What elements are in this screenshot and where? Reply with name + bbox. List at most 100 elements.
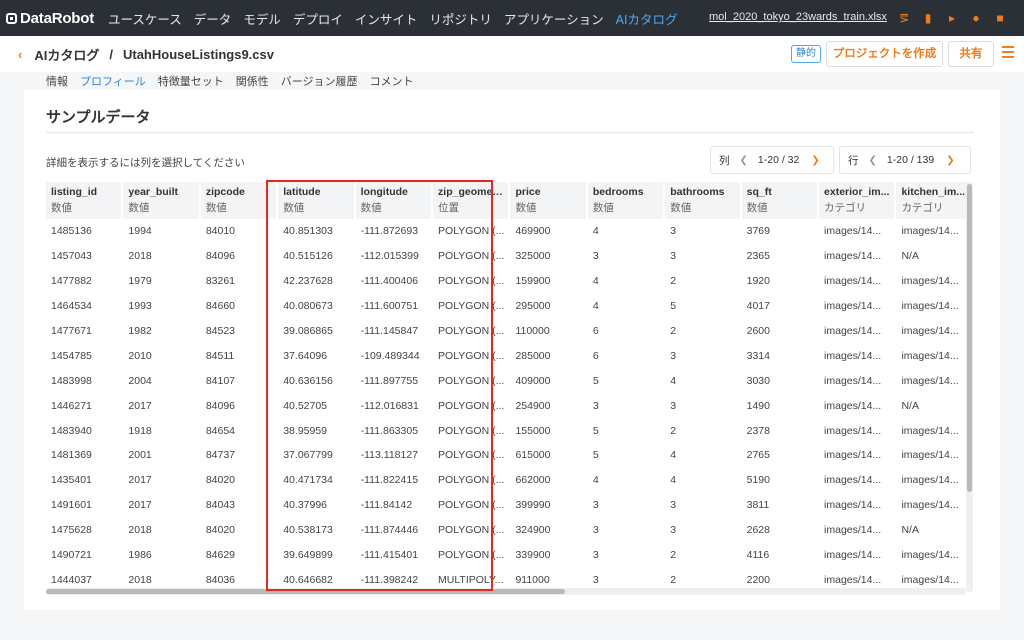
table-cell: images/14... <box>901 499 959 512</box>
table-cell: 39.649899 <box>283 549 333 562</box>
column-header[interactable]: listing_id 数値 <box>46 182 124 219</box>
column-pager: 列 ❮ 1-20 / 32 ❯ <box>710 146 834 174</box>
share-icon[interactable]: ⪚ <box>892 11 916 25</box>
table-cell: 1993 <box>128 300 152 313</box>
horizontal-scrollbar-thumb[interactable] <box>46 589 565 594</box>
table-cell: -111.822415 <box>360 474 419 487</box>
table-cell: 1475628 <box>51 524 92 537</box>
tab-2[interactable]: 特徴量セット <box>158 73 224 89</box>
nav-item-1[interactable]: データ <box>188 9 238 28</box>
table-cell: 84020 <box>205 524 236 537</box>
table-row: 1475628 2018 84020 40.538173 -111.874446 POLY… <box>46 518 968 543</box>
menu-icon[interactable] <box>1002 46 1014 61</box>
table-cell: 3314 <box>746 349 770 362</box>
tab-5[interactable]: コメント <box>370 73 414 89</box>
back-chevron-icon[interactable]: ‹ <box>18 47 22 62</box>
table-cell: POLYGON (... <box>438 300 505 313</box>
table-cell: 1490721 <box>51 549 92 562</box>
chevron-right-icon[interactable]: ❯ <box>946 155 954 166</box>
table-cell: 3 <box>592 499 599 512</box>
column-header[interactable]: kitchen_im... カテゴリ <box>896 182 968 219</box>
vertical-scrollbar-thumb[interactable] <box>967 184 972 492</box>
table-cell: 3811 <box>746 499 770 512</box>
table-cell: 2001 <box>128 449 152 462</box>
table-cell: N/A <box>901 399 919 412</box>
nav-item-3[interactable]: デプロイ <box>287 9 349 28</box>
nav-icon-group: ⪚ ▮ ▸ ● ■ <box>892 0 1012 36</box>
column-pager-range: 1-20 / 32 <box>757 154 800 166</box>
column-header[interactable]: latitude 数値 <box>278 182 356 219</box>
chevron-left-icon[interactable]: ❮ <box>740 155 748 166</box>
column-header[interactable]: bathrooms 数値 <box>665 182 742 219</box>
table-row: 1457043 2018 84096 40.515126 -112.015399 POLY… <box>46 244 968 269</box>
tab-0[interactable]: 情報 <box>46 73 68 89</box>
tab-3[interactable]: 関係性 <box>236 73 269 89</box>
table-cell: images/14... <box>824 275 882 288</box>
column-header[interactable]: zip_geomet... 位置 <box>433 182 511 219</box>
table-cell: 6 <box>592 325 599 337</box>
share-button[interactable]: 共有 <box>948 41 994 67</box>
current-file-link[interactable]: mol_2020_tokyo_23wards_train.xlsx <box>709 11 887 23</box>
table-cell: 2018 <box>128 524 152 537</box>
create-project-button[interactable]: プロジェクトを作成 <box>826 41 943 67</box>
table-cell: N/A <box>901 524 919 537</box>
nav-item-2[interactable]: モデル <box>237 9 287 28</box>
column-name: zip_geomet... <box>438 186 504 198</box>
table-cell: POLYGON (... <box>438 424 505 437</box>
column-header[interactable]: zipcode 数値 <box>200 182 279 219</box>
table-cell: POLYGON (... <box>438 275 505 288</box>
table-cell: 83261 <box>205 275 236 288</box>
column-header[interactable]: price 数値 <box>510 182 588 219</box>
table-cell: 84523 <box>205 325 236 337</box>
column-header[interactable]: year_built 数値 <box>123 182 201 219</box>
column-header[interactable]: longitude 数値 <box>355 182 434 219</box>
megaphone-icon[interactable]: ▸ <box>940 11 964 25</box>
datarobot-logo[interactable]: DataRobot <box>6 10 94 27</box>
table-cell: images/14... <box>824 573 882 586</box>
table-cell: images/14... <box>901 573 959 586</box>
book-icon[interactable]: ▮ <box>916 11 940 25</box>
column-header[interactable]: sq_ft 数値 <box>741 182 820 219</box>
table-row: 1464534 1993 84660 40.080673 -111.600751 POLY… <box>46 294 968 319</box>
table-cell: 324900 <box>515 524 551 537</box>
breadcrumb: ‹ AIカタログ / UtahHouseListings9.csv 静的 プロジ… <box>0 36 1024 72</box>
table-cell: 3030 <box>746 374 770 387</box>
table-row: 1477882 1979 83261 42.237628 -111.400406 POLY… <box>46 269 968 294</box>
table-cell: 40.080673 <box>283 300 333 313</box>
table-cell: POLYGON (... <box>438 524 505 537</box>
table-cell: 1454785 <box>51 349 92 362</box>
table-cell: images/14... <box>901 474 959 487</box>
table-cell: 254900 <box>515 399 551 412</box>
tab-1[interactable]: プロフィール <box>80 73 146 89</box>
table-cell: 2628 <box>746 524 770 537</box>
select-column-hint: 詳細を表示するには列を選択してください <box>46 157 245 169</box>
column-header[interactable]: exterior_im... カテゴリ <box>819 182 897 219</box>
column-type: 数値 <box>592 202 614 214</box>
table-cell: 84660 <box>205 300 236 313</box>
breadcrumb-root[interactable]: AIカタログ <box>34 45 99 64</box>
table-cell: 5 <box>670 300 677 313</box>
nav-item-0[interactable]: ユースケース <box>102 9 188 28</box>
chevron-left-icon[interactable]: ❮ <box>869 155 877 166</box>
folder-icon[interactable]: ■ <box>988 11 1012 25</box>
nav-item-7[interactable]: AIカタログ <box>610 9 684 28</box>
user-icon[interactable]: ● <box>964 11 988 25</box>
row-pager-range: 1-20 / 139 <box>886 154 935 166</box>
table-row: 1477671 1982 84523 39.086865 -111.145847 POLY… <box>46 319 968 344</box>
column-type: 位置 <box>438 202 460 214</box>
column-name: listing_id <box>51 186 98 198</box>
tab-4[interactable]: バージョン履歴 <box>281 73 358 89</box>
nav-item-6[interactable]: アプリケーション <box>498 9 610 28</box>
table-cell: 1491601 <box>51 499 92 512</box>
table-cell: -109.489344 <box>360 349 420 362</box>
table-cell: 3 <box>670 524 677 537</box>
chevron-right-icon[interactable]: ❯ <box>811 155 819 166</box>
table-cell: POLYGON (... <box>438 374 505 387</box>
column-header[interactable]: bedrooms 数値 <box>587 182 666 219</box>
column-name: longitude <box>360 186 408 198</box>
table-cell: 2365 <box>746 250 770 263</box>
table-cell: 1457043 <box>51 250 92 263</box>
nav-item-4[interactable]: インサイト <box>349 9 424 28</box>
table-row: 1491601 2017 84043 40.37996 -111.84142 POLYGO… <box>46 493 968 518</box>
nav-item-5[interactable]: リポジトリ <box>423 9 498 28</box>
